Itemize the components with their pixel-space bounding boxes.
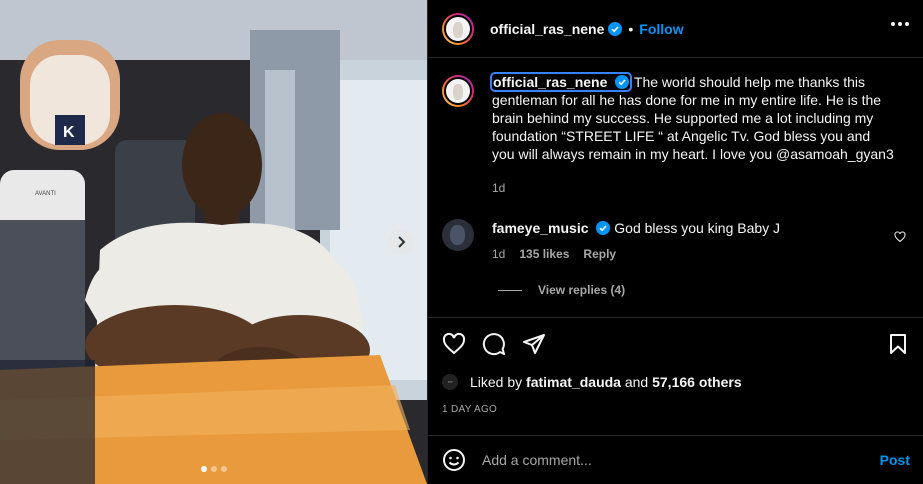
next-slide-button[interactable] xyxy=(388,229,414,255)
post-timestamp: 1 DAY AGO xyxy=(442,404,498,415)
heart-icon[interactable] xyxy=(894,231,906,243)
view-replies-button[interactable]: View replies (4) xyxy=(498,283,910,297)
author-username[interactable]: official_ras_nene xyxy=(490,21,604,37)
heart-icon[interactable] xyxy=(442,332,466,356)
caption-age: 1d xyxy=(492,181,506,195)
comments-section[interactable]: official_ras_nene The world should help … xyxy=(428,59,923,317)
bookmark-icon[interactable] xyxy=(886,332,910,356)
carousel-dots xyxy=(0,466,427,472)
emoji-icon[interactable] xyxy=(442,448,466,472)
reply-button[interactable]: Reply xyxy=(583,247,616,261)
comment-likes[interactable]: 135 likes xyxy=(519,247,569,261)
liker-username[interactable]: fatimat_dauda xyxy=(526,374,621,390)
more-options-button[interactable] xyxy=(891,22,909,26)
post-caption: official_ras_nene The world should help … xyxy=(442,72,910,197)
follow-button[interactable]: Follow xyxy=(639,21,683,37)
comment-age: 1d xyxy=(492,247,506,261)
verified-icon xyxy=(608,21,623,36)
add-comment-bar: Post xyxy=(428,435,923,484)
likes-prefix: Liked by xyxy=(470,374,523,390)
header-separator: • xyxy=(628,20,634,37)
likes-conjunction: and xyxy=(624,374,649,390)
post-modal: K AVANTI official_ras_nene • Follow offi… xyxy=(0,0,923,484)
post-comment-button[interactable]: Post xyxy=(880,452,910,468)
comment-item: fameye_music God bless you king Baby J 1… xyxy=(442,219,910,261)
media-sign-letter: K xyxy=(63,124,75,141)
carousel-dot xyxy=(200,466,207,472)
share-icon[interactable] xyxy=(522,332,546,356)
action-bar xyxy=(428,318,923,356)
post-header: official_ras_nene • Follow xyxy=(428,0,923,58)
carousel-dot xyxy=(210,466,217,472)
comment-input[interactable] xyxy=(482,452,880,468)
caption-avatar[interactable] xyxy=(442,75,474,107)
media-seat-text: AVANTI xyxy=(35,191,56,197)
verified-icon xyxy=(596,221,611,235)
comment-text: God bless you king Baby J xyxy=(614,220,781,236)
author-avatar[interactable] xyxy=(442,12,474,45)
post-media[interactable]: K AVANTI xyxy=(0,0,427,484)
post-actions-area: ◦◦ Liked by fatimat_dauda and 57,166 oth… xyxy=(428,317,923,435)
caption-username[interactable]: official_ras_nene xyxy=(489,72,633,92)
post-side-panel: official_ras_nene • Follow official_ras_… xyxy=(427,0,923,484)
more-icon xyxy=(891,22,895,26)
likes-count[interactable]: 57,166 others xyxy=(652,374,742,390)
comment-icon[interactable] xyxy=(482,332,506,356)
likes-summary[interactable]: ◦◦ Liked by fatimat_dauda and 57,166 oth… xyxy=(428,374,923,390)
verified-icon xyxy=(615,75,630,89)
chevron-right-icon xyxy=(398,236,406,248)
commenter-avatar[interactable] xyxy=(442,219,474,251)
commenter-username[interactable]: fameye_music xyxy=(492,220,589,236)
liker-avatar: ◦◦ xyxy=(442,374,458,390)
post-photo: K AVANTI xyxy=(0,0,427,484)
carousel-dot xyxy=(220,466,227,472)
